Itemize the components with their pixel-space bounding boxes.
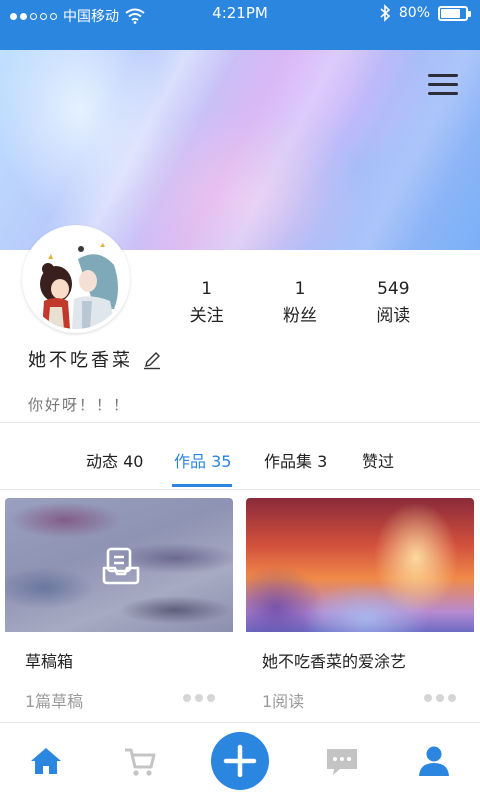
stat-followers[interactable]: 1 粉丝	[253, 276, 346, 330]
card-title: 她不吃香菜的爱涂艺	[262, 652, 407, 671]
stat-value: 1	[201, 279, 213, 299]
stat-following[interactable]: 1 关注	[160, 276, 253, 330]
stat-reads[interactable]: 549 阅读	[347, 276, 440, 330]
tab-collections[interactable]: 作品集 3	[264, 448, 327, 472]
more-options-icon[interactable]	[183, 694, 215, 702]
menu-icon[interactable]	[428, 74, 458, 96]
profile-tabs: 动态 40 作品 35 作品集 3 赞过	[0, 436, 480, 488]
cart-icon[interactable]	[122, 743, 158, 779]
tab-works[interactable]: 作品 35	[174, 448, 231, 472]
stat-label: 粉丝	[282, 306, 317, 326]
card-meta: 1篇草稿	[25, 692, 84, 711]
tab-liked[interactable]: 赞过	[362, 448, 394, 472]
edit-icon[interactable]	[142, 350, 162, 370]
stat-label: 阅读	[376, 306, 411, 326]
bluetooth-icon	[380, 4, 391, 22]
profile-icon[interactable]	[416, 743, 452, 779]
stat-value: 1	[294, 279, 306, 299]
drafts-card[interactable]: 草稿箱 1篇草稿	[5, 498, 233, 720]
plus-glyph	[223, 744, 257, 778]
bottom-nav	[0, 722, 480, 800]
drafts-cover-image	[5, 498, 233, 632]
collection-cover-image	[246, 498, 474, 632]
more-options-icon[interactable]	[424, 694, 456, 702]
card-title: 草稿箱	[25, 652, 74, 671]
add-icon[interactable]	[211, 732, 269, 790]
active-tab-indicator	[172, 484, 232, 487]
tab-activity[interactable]: 动态 40	[86, 448, 143, 472]
divider	[0, 422, 480, 423]
profile-banner	[0, 50, 480, 250]
username: 她不吃香菜	[28, 350, 133, 371]
profile-stats: 1 关注 1 粉丝 549 阅读	[160, 276, 440, 330]
status-bar: 中国移动 4:21PM 80%	[0, 0, 480, 50]
battery-icon	[438, 5, 471, 21]
status-right: 80%	[379, 4, 471, 22]
bio: 你好呀！！！	[28, 396, 131, 414]
battery-percent: 80%	[398, 5, 430, 21]
collection-card[interactable]: 她不吃香菜的爱涂艺 1阅读	[246, 498, 474, 720]
divider	[0, 489, 480, 490]
messages-icon[interactable]	[324, 743, 360, 779]
drafts-icon	[102, 547, 140, 585]
avatar[interactable]	[22, 225, 130, 333]
avatar-illustration	[26, 229, 126, 329]
home-icon[interactable]	[28, 743, 64, 779]
card-meta: 1阅读	[262, 692, 305, 711]
stat-label: 关注	[189, 306, 224, 326]
stat-value: 549	[377, 279, 410, 299]
